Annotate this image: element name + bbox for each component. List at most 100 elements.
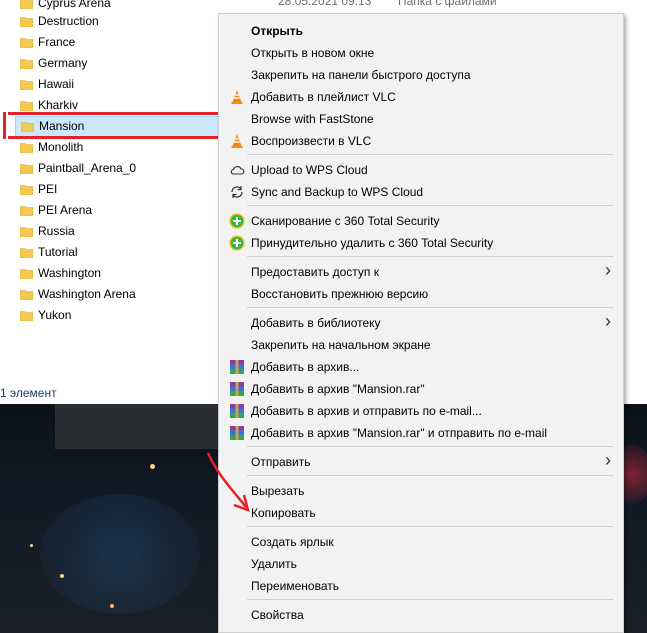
menu-item[interactable]: Добавить в архив "Mansion.rar"	[219, 378, 623, 400]
sync-icon	[229, 184, 245, 200]
winrar-icon	[229, 425, 245, 441]
folder-icon	[19, 247, 34, 259]
folder-name: Washington	[38, 266, 101, 280]
folder-row[interactable]: PEI	[0, 179, 230, 200]
menu-separator	[247, 256, 613, 257]
folder-row[interactable]: PEI Arena	[0, 200, 230, 221]
360-security-icon	[229, 235, 245, 251]
menu-item[interactable]: Восстановить прежнюю версию	[219, 283, 623, 305]
folder-name: Russia	[38, 224, 75, 238]
menu-item[interactable]: Закрепить на начальном экране	[219, 334, 623, 356]
folder-row[interactable]: Paintball_Arena_0	[0, 158, 230, 179]
menu-item[interactable]: Upload to WPS Cloud	[219, 159, 623, 181]
menu-item-label: Копировать	[251, 506, 316, 520]
menu-separator	[247, 599, 613, 600]
menu-item[interactable]: Добавить в библиотеку ›	[219, 311, 623, 334]
folder-name: Mansion	[39, 119, 85, 133]
menu-item-label: Создать ярлык	[251, 535, 334, 549]
menu-item-label: Sync and Backup to WPS Cloud	[251, 185, 424, 199]
spark	[110, 604, 114, 608]
cloud-icon	[229, 162, 245, 178]
menu-separator	[247, 307, 613, 308]
menu-item-label: Browse with FastStone	[251, 112, 374, 126]
chevron-right-icon: ›	[605, 450, 611, 470]
folder-name: Yukon	[38, 308, 72, 322]
folder-row[interactable]: Germany	[0, 53, 230, 74]
menu-item[interactable]: Добавить в плейлист VLC	[219, 86, 623, 108]
menu-item-label: Восстановить прежнюю версию	[251, 287, 429, 301]
folder-type: Папка с файлами	[398, 0, 497, 8]
folder-row[interactable]: Monolith	[0, 137, 230, 158]
menu-item[interactable]: Отправить ›	[219, 450, 623, 473]
folder-icon	[19, 37, 34, 49]
folder-icon	[19, 163, 34, 175]
menu-item[interactable]: Browse with FastStone	[219, 108, 623, 130]
360-security-icon	[229, 213, 245, 229]
menu-item[interactable]: Копировать	[219, 502, 623, 524]
menu-item[interactable]: Удалить	[219, 553, 623, 575]
folder-name: PEI	[38, 182, 58, 196]
vlc-cone-icon	[229, 133, 245, 149]
folder-row[interactable]: Yukon	[0, 305, 230, 326]
menu-item[interactable]: Добавить в архив и отправить по e-mail..…	[219, 400, 623, 422]
menu-item[interactable]: Свойства	[219, 604, 623, 626]
menu-item[interactable]: Закрепить на панели быстрого доступа	[219, 64, 623, 86]
menu-item[interactable]: Сканирование с 360 Total Security	[219, 210, 623, 232]
menu-item[interactable]: Переименовать	[219, 575, 623, 597]
menu-item[interactable]: Воспроизвести в VLC	[219, 130, 623, 152]
vlc-cone-icon	[229, 89, 245, 105]
status-bar-count: 1 элемент	[0, 386, 57, 400]
folder-row[interactable]: Washington Arena	[0, 284, 230, 305]
menu-item[interactable]: Создать ярлык	[219, 531, 623, 553]
winrar-icon	[229, 381, 245, 397]
folder-date: 28.05.2021 09:13	[278, 0, 372, 8]
menu-item[interactable]: Открыть в новом окне	[219, 42, 623, 64]
menu-item-label: Свойства	[251, 608, 304, 622]
menu-item-label: Предоставить доступ к	[251, 265, 379, 279]
menu-item-label: Добавить в архив "Mansion.rar" и отправи…	[251, 426, 548, 440]
light-glow	[40, 494, 200, 614]
folder-name: France	[38, 35, 76, 49]
folder-row[interactable]: Washington	[0, 263, 230, 284]
menu-separator	[247, 475, 613, 476]
folder-row[interactable]: Tutorial	[0, 242, 230, 263]
folder-icon	[19, 58, 34, 70]
folder-row[interactable]: France	[0, 32, 230, 53]
folder-row[interactable]: Russia	[0, 221, 230, 242]
folder-icon	[19, 268, 34, 280]
menu-item-label: Открыть	[251, 24, 304, 38]
folder-name: Germany	[38, 56, 88, 70]
menu-item[interactable]: Вырезать	[219, 480, 623, 502]
menu-separator	[247, 446, 613, 447]
folder-icon	[19, 100, 34, 112]
menu-item[interactable]: Предоставить доступ к ›	[219, 260, 623, 283]
menu-separator	[247, 526, 613, 527]
menu-item[interactable]: Добавить в архив...	[219, 356, 623, 378]
folder-name: Tutorial	[38, 245, 78, 259]
folder-row[interactable]: Mansion	[15, 116, 230, 137]
folder-icon	[19, 16, 34, 28]
menu-item[interactable]: Открыть	[219, 20, 623, 42]
folder-icon	[19, 289, 34, 301]
annotation-line-top	[8, 112, 218, 115]
folder-row[interactable]: Hawaii	[0, 74, 230, 95]
menu-item[interactable]: Добавить в архив "Mansion.rar" и отправи…	[219, 422, 623, 444]
folder-icon	[19, 226, 34, 238]
menu-item-label: Добавить в библиотеку	[251, 316, 381, 330]
menu-separator	[247, 205, 613, 206]
folder-name: Kharkiv	[38, 98, 79, 112]
folder-row[interactable]: Destruction	[0, 11, 230, 32]
folder-name: Monolith	[38, 140, 84, 154]
folder-icon	[19, 142, 34, 154]
menu-item-label: Добавить в архив...	[251, 360, 360, 374]
folder-icon	[19, 0, 34, 10]
menu-item[interactable]: Sync and Backup to WPS Cloud	[219, 181, 623, 203]
folder-name: Paintball_Arena_0	[38, 161, 137, 175]
menu-item[interactable]: Принудительно удалить с 360 Total Securi…	[219, 232, 623, 254]
folder-name: Cyprus Arena	[38, 0, 111, 10]
menu-item-label: Добавить в архив и отправить по e-mail..…	[251, 404, 482, 418]
spark	[150, 464, 155, 469]
folder-icon	[20, 121, 35, 133]
folder-icon	[19, 79, 34, 91]
spark	[30, 544, 33, 547]
